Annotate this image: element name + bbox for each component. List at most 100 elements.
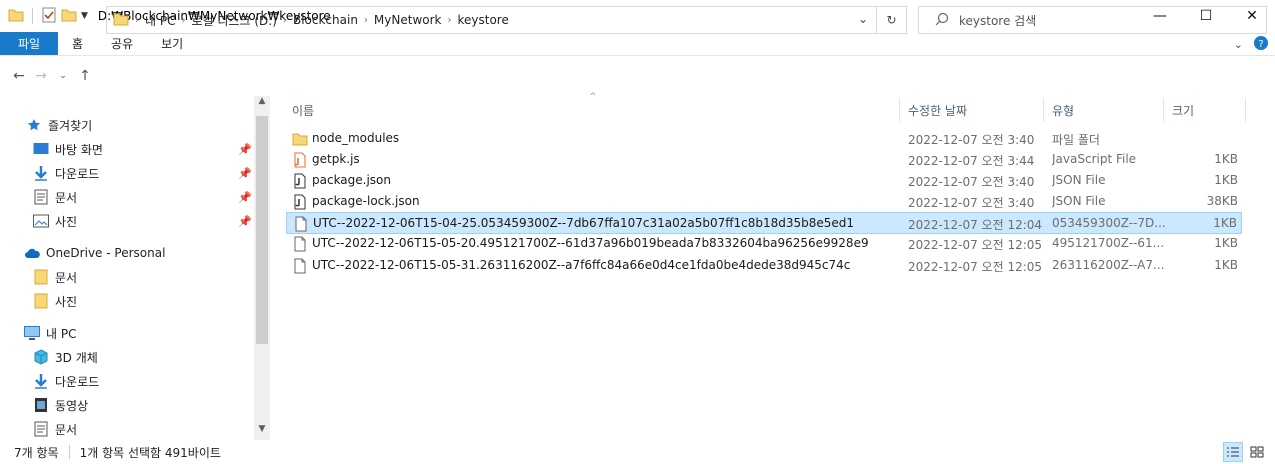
status-divider bbox=[68, 445, 70, 459]
refresh-button[interactable]: ↻ bbox=[877, 6, 907, 34]
nav-item-label: 즐겨찾기 bbox=[48, 118, 93, 133]
column-header-date[interactable]: 수정한 날짜 bbox=[908, 96, 967, 124]
document-icon bbox=[33, 189, 49, 205]
tab-share[interactable]: 공유 bbox=[97, 32, 147, 55]
back-arrow-icon[interactable]: ← bbox=[8, 68, 30, 84]
breadcrumb-blockchain[interactable]: Blockchain bbox=[293, 13, 358, 27]
column-header-type[interactable]: 유형 bbox=[1052, 96, 1074, 124]
nav-item-label: 3D 개체 bbox=[55, 350, 98, 365]
file-row-selected[interactable]: UTC--2022-12-06T15-04-25.053459300Z--7db… bbox=[286, 212, 1242, 234]
file-row[interactable]: getpk.js 2022-12-07 오전 3:44 JavaScript F… bbox=[286, 149, 1242, 171]
nav-item-label: 바탕 화면 bbox=[55, 142, 103, 157]
scroll-up-icon[interactable]: ▲ bbox=[254, 96, 270, 112]
nav-item-this-pc[interactable]: 내 PC bbox=[24, 322, 76, 344]
json-file-icon bbox=[292, 173, 308, 189]
nav-item-label: 사진 bbox=[55, 214, 78, 229]
scrollbar-thumb[interactable] bbox=[256, 116, 268, 344]
nav-item-label: OneDrive - Personal bbox=[46, 246, 166, 260]
column-divider[interactable] bbox=[1245, 98, 1246, 122]
file-name: getpk.js bbox=[312, 152, 360, 166]
pin-icon[interactable]: 📌 bbox=[238, 191, 252, 204]
ribbon-right-controls: ⌄ ? bbox=[1234, 35, 1269, 54]
tab-home[interactable]: 홈 bbox=[58, 32, 97, 55]
breadcrumb-keystore[interactable]: keystore bbox=[457, 13, 508, 27]
file-type: 파일 폴더 bbox=[1052, 133, 1100, 147]
properties-icon[interactable] bbox=[41, 7, 57, 26]
new-folder-icon[interactable] bbox=[61, 7, 77, 26]
chevron-down-icon[interactable]: ⌄ bbox=[858, 12, 868, 26]
nav-item-onedrive[interactable]: OneDrive - Personal bbox=[24, 242, 165, 264]
file-name: UTC--2022-12-06T15-05-31.263116200Z--a7f… bbox=[312, 258, 851, 272]
recent-locations-icon[interactable]: ⌄ bbox=[52, 71, 74, 81]
nav-item-downloads-pc[interactable]: 다운로드 bbox=[33, 370, 99, 392]
nav-item-label: 사진 bbox=[55, 294, 78, 309]
pin-icon[interactable]: 📌 bbox=[238, 143, 252, 156]
view-switcher bbox=[1223, 442, 1267, 462]
search-input[interactable]: keystore 검색 bbox=[918, 6, 1267, 34]
folder-icon bbox=[33, 293, 49, 309]
file-row[interactable]: package-lock.json 2022-12-07 오전 3:40 JSO… bbox=[286, 191, 1242, 213]
file-date: 2022-12-07 오전 3:40 bbox=[908, 175, 1035, 189]
column-divider[interactable] bbox=[1043, 98, 1044, 122]
large-icons-view-icon[interactable] bbox=[1247, 442, 1267, 462]
pc-icon bbox=[24, 325, 40, 341]
scroll-down-icon[interactable]: ▼ bbox=[254, 424, 270, 440]
column-header-size[interactable]: 크기 bbox=[1172, 96, 1194, 124]
breadcrumb-local-disk[interactable]: 로컬 디스크 (D:) bbox=[191, 12, 276, 29]
download-icon bbox=[33, 373, 49, 389]
breadcrumb-this-pc[interactable]: 내 PC bbox=[145, 12, 175, 29]
address-bar[interactable]: › 내 PC › 로컬 디스크 (D:) › Blockchain › MyNe… bbox=[106, 6, 877, 34]
nav-item-3d-objects[interactable]: 3D 개체 bbox=[33, 346, 98, 368]
nav-item-videos[interactable]: 동영상 bbox=[33, 394, 88, 416]
quick-access-toolbar: ▼ bbox=[0, 7, 88, 26]
nav-item-onedrive-pictures[interactable]: 사진 bbox=[33, 290, 77, 312]
folder-icon bbox=[8, 7, 24, 26]
refresh-icon: ↻ bbox=[886, 13, 897, 27]
file-row[interactable]: node_modules 2022-12-07 오전 3:40 파일 폴더 bbox=[286, 128, 1242, 150]
search-icon bbox=[935, 12, 949, 29]
file-size: 1KB bbox=[1213, 216, 1237, 230]
file-size: 1KB bbox=[1214, 152, 1238, 166]
file-row[interactable]: UTC--2022-12-06T15-05-20.495121700Z--61d… bbox=[286, 233, 1242, 255]
help-icon[interactable]: ? bbox=[1253, 35, 1269, 54]
breadcrumb-mynetwork[interactable]: MyNetwork bbox=[374, 13, 442, 27]
file-type: 053459300Z--7D... bbox=[1052, 216, 1166, 230]
column-divider[interactable] bbox=[899, 98, 900, 122]
desktop-icon bbox=[33, 141, 49, 157]
toolbar-divider bbox=[32, 8, 33, 24]
nav-item-downloads[interactable]: 다운로드 bbox=[33, 162, 99, 184]
column-divider[interactable] bbox=[1163, 98, 1164, 122]
nav-item-desktop[interactable]: 바탕 화면 bbox=[33, 138, 103, 160]
forward-arrow-icon[interactable]: → bbox=[30, 68, 52, 84]
file-type: 495121700Z--61... bbox=[1052, 236, 1165, 250]
nav-item-onedrive-documents[interactable]: 문서 bbox=[33, 266, 77, 288]
folder-icon bbox=[113, 11, 129, 30]
details-view-icon[interactable] bbox=[1223, 442, 1243, 462]
file-row[interactable]: UTC--2022-12-06T15-05-31.263116200Z--a7f… bbox=[286, 255, 1242, 277]
pin-icon[interactable]: 📌 bbox=[238, 215, 252, 228]
nav-item-documents[interactable]: 문서 bbox=[33, 186, 77, 208]
pictures-icon bbox=[33, 213, 49, 229]
up-arrow-icon[interactable]: ↑ bbox=[74, 68, 96, 84]
file-row[interactable]: package.json 2022-12-07 오전 3:40 JSON Fil… bbox=[286, 170, 1242, 192]
nav-item-label: 다운로드 bbox=[55, 374, 100, 389]
nav-item-quick-access[interactable]: 즐겨찾기 bbox=[26, 114, 92, 136]
nav-scrollbar[interactable]: ▲ ▼ bbox=[254, 96, 270, 440]
chevron-right-icon[interactable]: › bbox=[364, 15, 368, 26]
file-icon bbox=[292, 258, 308, 274]
tab-view[interactable]: 보기 bbox=[147, 32, 197, 55]
column-header-name[interactable]: 이름 bbox=[292, 96, 314, 124]
nav-item-documents-pc[interactable]: 문서 bbox=[33, 418, 77, 440]
ribbon-tabs: 파일 홈 공유 보기 ⌄ ? bbox=[0, 32, 1275, 56]
customize-dropdown-icon[interactable]: ▼ bbox=[81, 11, 88, 21]
js-file-icon bbox=[292, 152, 308, 168]
chevron-right-icon[interactable]: › bbox=[181, 15, 185, 26]
nav-item-pictures[interactable]: 사진 bbox=[33, 210, 77, 232]
tab-file[interactable]: 파일 bbox=[0, 32, 58, 55]
chevron-right-icon[interactable]: › bbox=[447, 15, 451, 26]
expand-ribbon-icon[interactable]: ⌄ bbox=[1234, 38, 1243, 51]
chevron-right-icon[interactable]: › bbox=[283, 15, 287, 26]
file-type: JavaScript File bbox=[1052, 152, 1137, 166]
pin-icon[interactable]: 📌 bbox=[238, 167, 252, 180]
chevron-right-icon[interactable]: › bbox=[135, 15, 139, 26]
